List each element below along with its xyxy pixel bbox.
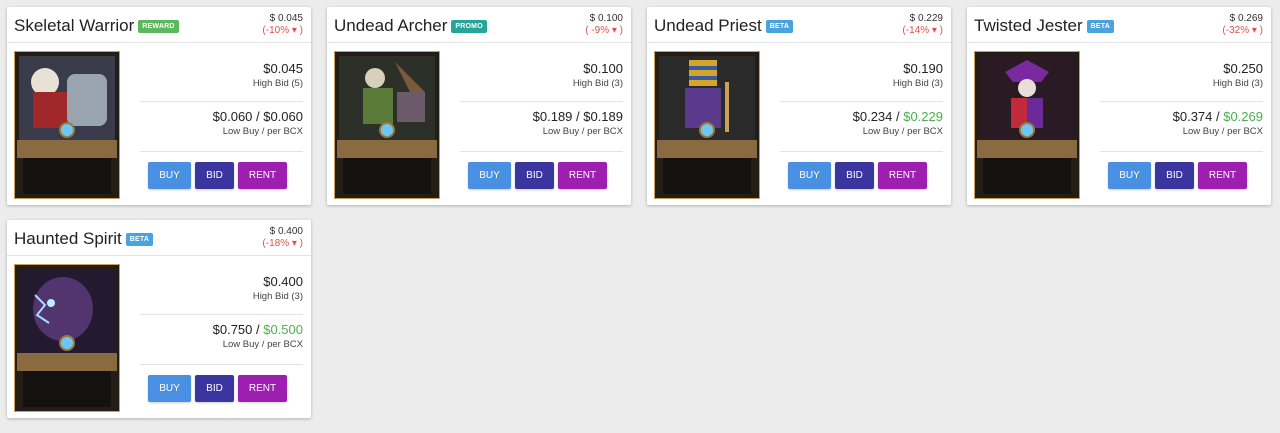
low-buy-value: $0.189 / $0.189 bbox=[532, 109, 623, 124]
price-value: $ 0.100 bbox=[589, 13, 623, 24]
bid-button[interactable]: BID bbox=[835, 162, 874, 189]
divider bbox=[1100, 151, 1263, 152]
card-name[interactable]: Undead Priest bbox=[654, 16, 762, 36]
card-art[interactable] bbox=[654, 51, 760, 199]
card-art[interactable] bbox=[14, 51, 120, 199]
card-name[interactable]: Haunted Spirit bbox=[14, 229, 122, 249]
bid-button[interactable]: BID bbox=[195, 162, 234, 189]
card-header: Twisted Jester BETA $ 0.269 (-32% ▾ ) bbox=[967, 7, 1271, 43]
card-undead-priest[interactable]: Undead Priest BETA $ 0.229 (-14% ▾ ) $0.… bbox=[647, 7, 951, 205]
divider bbox=[140, 101, 303, 102]
action-buttons: BUY BID RENT bbox=[148, 375, 287, 402]
divider bbox=[780, 101, 943, 102]
high-bid-value: $0.250 bbox=[1223, 61, 1263, 76]
market-price: $ 0.400 (-18% ▾ ) bbox=[262, 226, 303, 250]
buy-button[interactable]: BUY bbox=[1108, 162, 1151, 189]
divider bbox=[140, 364, 303, 365]
low-buy-per-bcx: $0.229 bbox=[903, 109, 943, 124]
high-bid-label: High Bid (5) bbox=[252, 78, 303, 89]
high-bid-value: $0.190 bbox=[903, 61, 943, 76]
high-bid-label: High Bid (3) bbox=[1212, 78, 1263, 89]
low-buy-value: $0.374 / $0.269 bbox=[1172, 109, 1263, 124]
card-name[interactable]: Skeletal Warrior bbox=[14, 16, 134, 36]
low-buy-per-bcx: $0.500 bbox=[263, 322, 303, 337]
bid-button[interactable]: BID bbox=[195, 375, 234, 402]
high-bid-label: High Bid (3) bbox=[252, 291, 303, 302]
card-art[interactable] bbox=[974, 51, 1080, 199]
price-value: $ 0.269 bbox=[1229, 13, 1263, 24]
card-name[interactable]: Undead Archer bbox=[334, 16, 447, 36]
rent-button[interactable]: RENT bbox=[878, 162, 927, 189]
beta-badge: BETA bbox=[125, 232, 154, 246]
beta-badge: BETA bbox=[765, 19, 794, 33]
action-buttons: BUY BID RENT bbox=[788, 162, 927, 189]
card-undead-archer[interactable]: Undead Archer PROMO $ 0.100 ( -9% ▾ ) $0… bbox=[327, 7, 631, 205]
rent-button[interactable]: RENT bbox=[1198, 162, 1247, 189]
action-buttons: BUY BID RENT bbox=[1108, 162, 1247, 189]
card-skeletal-warrior[interactable]: Skeletal Warrior REWARD $ 0.045 (-10% ▾ … bbox=[7, 7, 311, 205]
divider bbox=[780, 151, 943, 152]
action-buttons: BUY BID RENT bbox=[148, 162, 287, 189]
card-header: Undead Priest BETA $ 0.229 (-14% ▾ ) bbox=[647, 7, 951, 43]
reward-badge: REWARD bbox=[138, 19, 179, 33]
card-header: Undead Archer PROMO $ 0.100 ( -9% ▾ ) bbox=[327, 7, 631, 43]
high-bid-value: $0.045 bbox=[263, 61, 303, 76]
card-grid: Skeletal Warrior REWARD $ 0.045 (-10% ▾ … bbox=[0, 0, 1280, 433]
divider bbox=[140, 151, 303, 152]
divider bbox=[460, 101, 623, 102]
rent-button[interactable]: RENT bbox=[558, 162, 607, 189]
market-price: $ 0.100 ( -9% ▾ ) bbox=[585, 13, 623, 37]
card-art[interactable] bbox=[14, 264, 120, 412]
card-twisted-jester[interactable]: Twisted Jester BETA $ 0.269 (-32% ▾ ) $0… bbox=[967, 7, 1271, 205]
price-change: (-14% ▾ ) bbox=[902, 25, 943, 36]
high-bid-value: $0.400 bbox=[263, 274, 303, 289]
market-price: $ 0.229 (-14% ▾ ) bbox=[902, 13, 943, 37]
divider bbox=[1100, 101, 1263, 102]
price-change: (-10% ▾ ) bbox=[262, 25, 303, 36]
buy-button[interactable]: BUY bbox=[468, 162, 511, 189]
low-buy-label: Low Buy / per BCX bbox=[542, 126, 623, 137]
price-change: ( -9% ▾ ) bbox=[585, 25, 623, 36]
rent-button[interactable]: RENT bbox=[238, 375, 287, 402]
low-buy-label: Low Buy / per BCX bbox=[222, 126, 303, 137]
price-value: $ 0.045 bbox=[269, 13, 303, 24]
high-bid-label: High Bid (3) bbox=[892, 78, 943, 89]
card-name[interactable]: Twisted Jester bbox=[974, 16, 1083, 36]
rent-button[interactable]: RENT bbox=[238, 162, 287, 189]
card-header: Skeletal Warrior REWARD $ 0.045 (-10% ▾ … bbox=[7, 7, 311, 43]
bid-button[interactable]: BID bbox=[515, 162, 554, 189]
card-art[interactable] bbox=[334, 51, 440, 199]
buy-button[interactable]: BUY bbox=[788, 162, 831, 189]
bid-button[interactable]: BID bbox=[1155, 162, 1194, 189]
market-price: $ 0.269 (-32% ▾ ) bbox=[1222, 13, 1263, 37]
low-buy-label: Low Buy / per BCX bbox=[222, 339, 303, 350]
buy-button[interactable]: BUY bbox=[148, 375, 191, 402]
high-bid-value: $0.100 bbox=[583, 61, 623, 76]
low-buy-value: $0.060 / $0.060 bbox=[212, 109, 303, 124]
high-bid-label: High Bid (3) bbox=[572, 78, 623, 89]
low-buy-value: $0.750 / $0.500 bbox=[212, 322, 303, 337]
action-buttons: BUY BID RENT bbox=[468, 162, 607, 189]
price-change: (-18% ▾ ) bbox=[262, 238, 303, 249]
divider bbox=[140, 314, 303, 315]
low-buy-per-bcx: $0.269 bbox=[1223, 109, 1263, 124]
price-value: $ 0.400 bbox=[269, 226, 303, 237]
market-price: $ 0.045 (-10% ▾ ) bbox=[262, 13, 303, 37]
buy-button[interactable]: BUY bbox=[148, 162, 191, 189]
low-buy-label: Low Buy / per BCX bbox=[862, 126, 943, 137]
divider bbox=[460, 151, 623, 152]
price-change: (-32% ▾ ) bbox=[1222, 25, 1263, 36]
beta-badge: BETA bbox=[1086, 19, 1114, 33]
promo-badge: PROMO bbox=[451, 19, 487, 33]
low-buy-value: $0.234 / $0.229 bbox=[852, 109, 943, 124]
price-value: $ 0.229 bbox=[909, 13, 943, 24]
card-haunted-spirit[interactable]: Haunted Spirit BETA $ 0.400 (-18% ▾ ) $0… bbox=[7, 220, 311, 418]
card-header: Haunted Spirit BETA $ 0.400 (-18% ▾ ) bbox=[7, 220, 311, 256]
low-buy-label: Low Buy / per BCX bbox=[1182, 126, 1263, 137]
